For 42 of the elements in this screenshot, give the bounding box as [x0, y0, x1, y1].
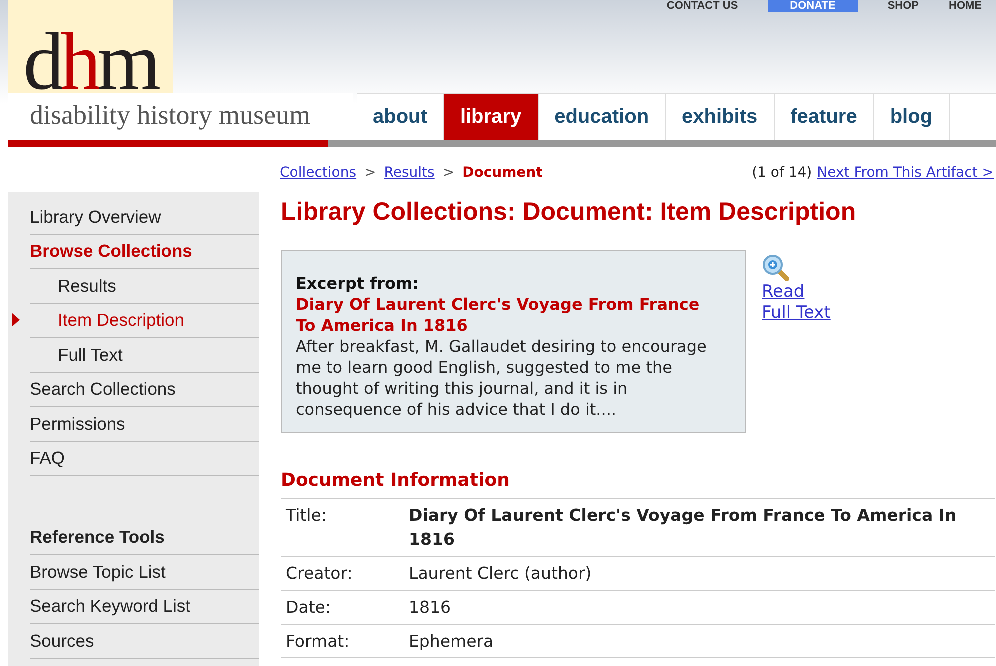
next-link[interactable]: Next From This Artifact >	[817, 162, 994, 184]
sidebar-item[interactable]: FAQ	[30, 442, 259, 476]
field-label: Creator:	[286, 563, 354, 585]
logo-mark[interactable]: dhm	[8, 0, 173, 93]
sidebar-item[interactable]: Search Collections	[30, 372, 259, 407]
excerpt-text: After breakfast, M. Gallaudet desiring to encourage me to learn good English, suggested to me the thought of writing this journal, and it is in consequence of his advice that I do it....	[296, 336, 708, 420]
read-full-text-link[interactable]: Full Text	[762, 302, 831, 324]
read-full-text-link[interactable]: Read	[762, 282, 831, 302]
excerpt-title: Diary Of Laurent Clerc's Voyage From France To America In 1816	[296, 294, 701, 336]
sidebar-item[interactable]: Library Overview	[30, 200, 259, 234]
pager-count: (1 of 14)	[752, 164, 812, 182]
breadcrumb-link[interactable]: Collections	[280, 162, 357, 184]
utility-link[interactable]: CONTACT US	[666, 0, 738, 12]
breadcrumb-link[interactable]: Results	[384, 162, 435, 184]
nav-tab[interactable]: library	[444, 94, 539, 140]
sidebar-subitem[interactable]: Results	[58, 272, 116, 299]
section-heading: Document Information	[281, 466, 995, 498]
sidebar-item[interactable]: Browse Topic List	[30, 555, 259, 590]
field-value: Laurent Clerc (author)	[409, 563, 592, 585]
sidebar-item[interactable]: Search Keyword List	[30, 590, 259, 624]
breadcrumb-current: Document	[462, 164, 543, 182]
sidebar-item[interactable]: Browse Collections	[30, 234, 259, 269]
sidebar-subitem[interactable]: Item Description	[58, 307, 184, 334]
breadcrumb-separator: >	[442, 164, 455, 182]
magnifier-icon[interactable]	[762, 254, 790, 282]
breadcrumb-separator: >	[364, 164, 376, 182]
page-title: Library Collections: Document: Item Description	[281, 197, 858, 228]
field-label: Title:	[286, 504, 328, 526]
field-value: Ephemera	[409, 630, 494, 652]
field-value: Diary Of Laurent Clerc's Voyage From France To America In 1816	[409, 504, 958, 552]
field-label: Format:	[286, 630, 351, 652]
sidebar-heading: Reference Tools	[30, 521, 259, 555]
current-arrow-icon	[12, 313, 20, 328]
field-value: 1816	[409, 596, 451, 619]
field-label: Date:	[286, 596, 332, 619]
donate-button[interactable]: DONATE	[768, 0, 858, 12]
utility-link[interactable]: SHOP	[888, 0, 919, 12]
sidebar-item[interactable]: Permissions	[30, 407, 259, 442]
utility-link[interactable]: HOME	[949, 0, 982, 12]
sidebar-item[interactable]: Sources	[30, 624, 259, 658]
excerpt-label: Excerpt from:	[296, 272, 420, 294]
sidebar-subitem[interactable]: Full Text	[58, 342, 123, 368]
